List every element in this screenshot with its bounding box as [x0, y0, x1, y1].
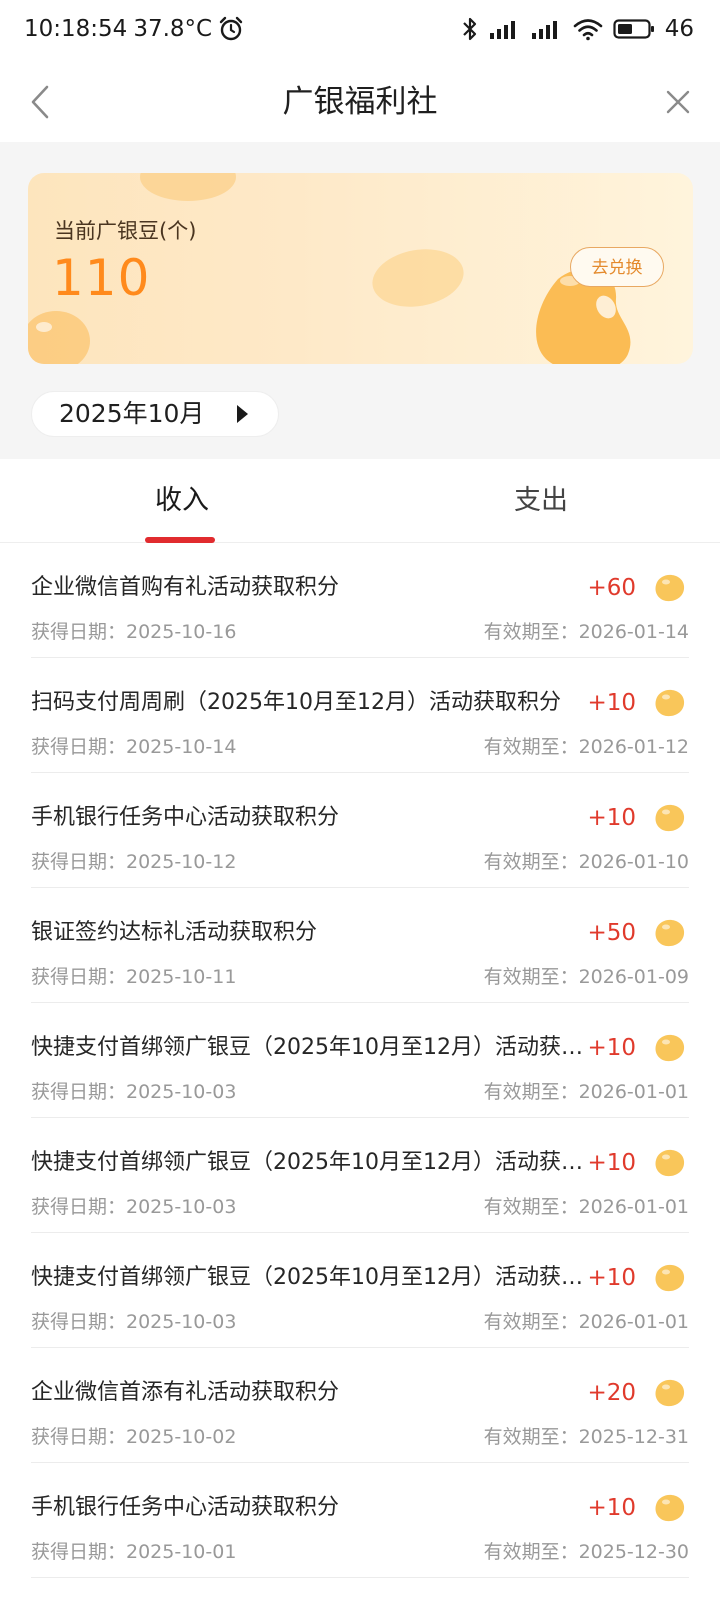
month-value: 2025年10月	[59, 399, 205, 428]
record-title: 手机银行任务中心活动获取积分	[31, 1495, 340, 1520]
record-title: 企业微信首添有礼活动获取积分	[31, 1380, 340, 1405]
bean-decoration	[28, 311, 90, 364]
record-expiry: 有效期至：2026-01-10	[483, 851, 689, 873]
bean-balance-value: 110	[52, 249, 151, 307]
bean-icon	[655, 689, 685, 717]
record-date: 获得日期：2025-10-03	[31, 1196, 237, 1218]
battery-icon	[613, 18, 655, 40]
close-button[interactable]	[656, 80, 700, 124]
record-amount: +20	[587, 1380, 636, 1406]
status-left: 10:18:54 37.8°C	[24, 16, 244, 42]
status-bar: 10:18:54 37.8°C 46	[0, 0, 720, 62]
status-time: 10:18:54	[24, 16, 128, 42]
month-selector[interactable]: 2025年10月	[31, 391, 279, 437]
record-date: 获得日期：2025-10-11	[31, 966, 237, 988]
records-list: 企业微信首购有礼活动获取积分 +60 获得日期：2025-10-16 有效期至：…	[0, 543, 720, 1578]
bean-icon	[655, 804, 685, 832]
wifi-icon	[573, 17, 603, 41]
record-date: 获得日期：2025-10-12	[31, 851, 237, 873]
bean-balance-card: 当前广银豆(个) 110 去兑换	[28, 173, 693, 364]
record-amount: +60	[587, 575, 636, 601]
tab-income[interactable]: 收入	[155, 483, 209, 519]
nav-bar: 广银福利社	[0, 62, 720, 142]
record-expiry: 有效期至：2026-01-12	[483, 736, 689, 758]
alarm-icon	[218, 16, 244, 42]
bean-icon	[655, 1264, 685, 1292]
record-date: 获得日期：2025-10-16	[31, 621, 237, 643]
record-amount: +50	[587, 920, 636, 946]
record-amount: +10	[587, 1265, 636, 1291]
tab-expense[interactable]: 支出	[514, 483, 568, 519]
record-expiry: 有效期至：2025-12-30	[483, 1541, 689, 1563]
signal-icon	[531, 18, 563, 40]
list-item[interactable]: 快捷支付首绑领广银豆（2025年10月至12月）活动获… +10 获得日期：20…	[0, 1233, 720, 1348]
status-temperature: 37.8°C	[133, 16, 213, 42]
record-title: 扫码支付周周刷（2025年10月至12月）活动获取积分	[31, 690, 561, 715]
record-title: 快捷支付首绑领广银豆（2025年10月至12月）活动获…	[31, 1265, 583, 1290]
close-icon	[665, 89, 691, 115]
bean-icon	[655, 574, 685, 602]
list-item[interactable]: 手机银行任务中心活动获取积分 +10 获得日期：2025-10-12 有效期至：…	[0, 773, 720, 888]
record-amount: +10	[587, 690, 636, 716]
record-date: 获得日期：2025-10-02	[31, 1426, 237, 1448]
record-amount: +10	[587, 1495, 636, 1521]
record-expiry: 有效期至：2026-01-01	[483, 1311, 689, 1333]
bluetooth-icon	[461, 16, 479, 42]
list-item[interactable]: 手机银行任务中心活动获取积分 +10 获得日期：2025-10-01 有效期至：…	[0, 1463, 720, 1578]
record-date: 获得日期：2025-10-14	[31, 736, 237, 758]
record-expiry: 有效期至：2026-01-09	[483, 966, 689, 988]
list-item[interactable]: 扫码支付周周刷（2025年10月至12月）活动获取积分 +10 获得日期：202…	[0, 658, 720, 773]
caret-right-icon	[235, 404, 249, 424]
signal-icon	[489, 18, 521, 40]
bean-icon	[655, 1379, 685, 1407]
record-date: 获得日期：2025-10-03	[31, 1311, 237, 1333]
battery-level: 46	[664, 16, 694, 42]
bean-decoration	[140, 173, 236, 201]
list-item[interactable]: 企业微信首添有礼活动获取积分 +20 获得日期：2025-10-02 有效期至：…	[0, 1348, 720, 1463]
bean-balance-label: 当前广银豆(个)	[54, 219, 197, 243]
bean-icon	[655, 1149, 685, 1177]
record-title: 快捷支付首绑领广银豆（2025年10月至12月）活动获…	[31, 1035, 583, 1060]
list-item[interactable]: 快捷支付首绑领广银豆（2025年10月至12月）活动获… +10 获得日期：20…	[0, 1118, 720, 1233]
record-expiry: 有效期至：2026-01-01	[483, 1081, 689, 1103]
record-amount: +10	[587, 1150, 636, 1176]
exchange-button[interactable]: 去兑换	[570, 247, 664, 287]
record-amount: +10	[587, 805, 636, 831]
record-expiry: 有效期至：2026-01-01	[483, 1196, 689, 1218]
record-title: 企业微信首购有礼活动获取积分	[31, 575, 340, 600]
page-title: 广银福利社	[282, 84, 438, 120]
record-expiry: 有效期至：2026-01-14	[483, 621, 689, 643]
list-item[interactable]: 快捷支付首绑领广银豆（2025年10月至12月）活动获… +10 获得日期：20…	[0, 1003, 720, 1118]
bean-icon	[655, 919, 685, 947]
bean-icon	[655, 1494, 685, 1522]
record-title: 手机银行任务中心活动获取积分	[31, 805, 340, 830]
bean-decoration	[372, 249, 464, 307]
list-item[interactable]: 银证签约达标礼活动获取积分 +50 获得日期：2025-10-11 有效期至：2…	[0, 888, 720, 1003]
list-item[interactable]: 企业微信首购有礼活动获取积分 +60 获得日期：2025-10-16 有效期至：…	[0, 543, 720, 658]
divider	[31, 1577, 689, 1578]
record-title: 银证签约达标礼活动获取积分	[31, 920, 318, 945]
record-title: 快捷支付首绑领广银豆（2025年10月至12月）活动获…	[31, 1150, 583, 1175]
record-date: 获得日期：2025-10-01	[31, 1541, 237, 1563]
bean-icon	[655, 1034, 685, 1062]
record-amount: +10	[587, 1035, 636, 1061]
record-date: 获得日期：2025-10-03	[31, 1081, 237, 1103]
tab-bar: 收入 支出	[0, 459, 720, 543]
status-right: 46	[461, 16, 694, 42]
record-expiry: 有效期至：2025-12-31	[483, 1426, 689, 1448]
